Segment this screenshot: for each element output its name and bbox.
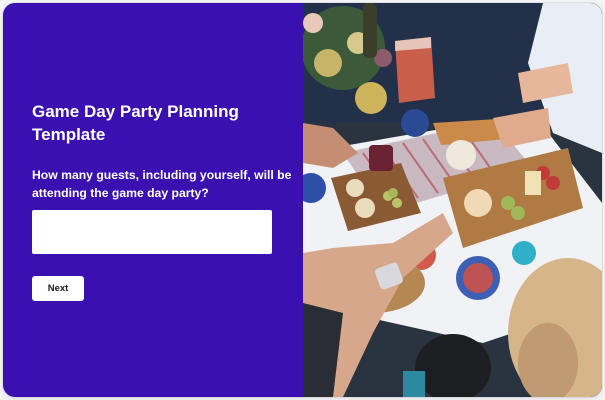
- form-card: Game Day Party Planning Template How man…: [3, 3, 602, 397]
- next-button[interactable]: Next: [32, 276, 84, 301]
- question-text: How many guests, including yourself, wil…: [32, 168, 292, 200]
- guest-count-input[interactable]: [32, 210, 272, 254]
- party-table-photo: [303, 3, 602, 397]
- form-panel: Game Day Party Planning Template How man…: [3, 3, 303, 397]
- form-title: Game Day Party Planning Template: [32, 102, 239, 144]
- photo-illustration: [303, 3, 602, 397]
